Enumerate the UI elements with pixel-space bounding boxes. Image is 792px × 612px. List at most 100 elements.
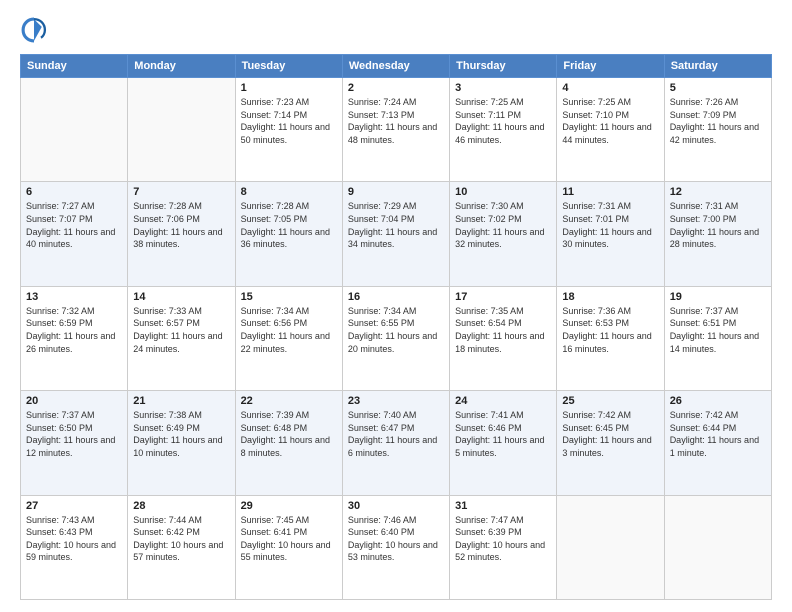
- calendar-cell: 24 Sunrise: 7:41 AM Sunset: 6:46 PM Dayli…: [450, 391, 557, 495]
- calendar-cell: 23 Sunrise: 7:40 AM Sunset: 6:47 PM Dayli…: [342, 391, 449, 495]
- day-number: 15: [241, 291, 337, 303]
- day-number: 3: [455, 82, 551, 94]
- day-detail: Sunrise: 7:33 AM Sunset: 6:57 PM Dayligh…: [133, 305, 229, 355]
- day-detail: Sunrise: 7:31 AM Sunset: 7:00 PM Dayligh…: [670, 200, 766, 250]
- calendar-cell: 9 Sunrise: 7:29 AM Sunset: 7:04 PM Daylig…: [342, 182, 449, 286]
- calendar-cell: 15 Sunrise: 7:34 AM Sunset: 6:56 PM Dayli…: [235, 286, 342, 390]
- calendar-cell: 3 Sunrise: 7:25 AM Sunset: 7:11 PM Daylig…: [450, 78, 557, 182]
- calendar-cell: 17Sunrise: 7:35 AM Sunset: 6:54 PM Dayli…: [450, 286, 557, 390]
- calendar-cell: 4 Sunrise: 7:25 AM Sunset: 7:10 PM Daylig…: [557, 78, 664, 182]
- calendar-cell: [128, 78, 235, 182]
- col-header-tuesday: Tuesday: [235, 55, 342, 78]
- day-number: 9: [348, 186, 444, 198]
- calendar-cell: 13Sunrise: 7:32 AM Sunset: 6:59 PM Dayli…: [21, 286, 128, 390]
- day-detail: Sunrise: 7:26 AM Sunset: 7:09 PM Dayligh…: [670, 96, 766, 146]
- day-detail: Sunrise: 7:34 AM Sunset: 6:55 PM Dayligh…: [348, 305, 444, 355]
- week-row-4: 20 Sunrise: 7:37 AM Sunset: 6:50 PM Dayli…: [21, 391, 772, 495]
- day-detail: Sunrise: 7:28 AM Sunset: 7:05 PM Dayligh…: [241, 200, 337, 250]
- day-number: 20: [26, 395, 122, 407]
- calendar-cell: 29 Sunrise: 7:45 AM Sunset: 6:41 PM Dayli…: [235, 495, 342, 599]
- calendar-cell: 14 Sunrise: 7:33 AM Sunset: 6:57 PM Dayli…: [128, 286, 235, 390]
- calendar-cell: 18Sunrise: 7:36 AM Sunset: 6:53 PM Dayli…: [557, 286, 664, 390]
- calendar-body: 1 Sunrise: 7:23 AM Sunset: 7:14 PM Daylig…: [21, 78, 772, 600]
- calendar-cell: 25Sunrise: 7:42 AM Sunset: 6:45 PM Dayli…: [557, 391, 664, 495]
- day-number: 21: [133, 395, 229, 407]
- day-detail: Sunrise: 7:45 AM Sunset: 6:41 PM Dayligh…: [241, 514, 337, 564]
- day-detail: Sunrise: 7:39 AM Sunset: 6:48 PM Dayligh…: [241, 409, 337, 459]
- day-detail: Sunrise: 7:24 AM Sunset: 7:13 PM Dayligh…: [348, 96, 444, 146]
- day-number: 24: [455, 395, 551, 407]
- day-number: 16: [348, 291, 444, 303]
- week-row-1: 1 Sunrise: 7:23 AM Sunset: 7:14 PM Daylig…: [21, 78, 772, 182]
- col-header-thursday: Thursday: [450, 55, 557, 78]
- page: SundayMondayTuesdayWednesdayThursdayFrid…: [0, 0, 792, 612]
- day-number: 13: [26, 291, 122, 303]
- calendar-cell: 21 Sunrise: 7:38 AM Sunset: 6:49 PM Dayli…: [128, 391, 235, 495]
- day-number: 10: [455, 186, 551, 198]
- day-number: 8: [241, 186, 337, 198]
- day-number: 4: [562, 82, 658, 94]
- calendar-cell: 10Sunrise: 7:30 AM Sunset: 7:02 PM Dayli…: [450, 182, 557, 286]
- day-detail: Sunrise: 7:37 AM Sunset: 6:51 PM Dayligh…: [670, 305, 766, 355]
- calendar-cell: [557, 495, 664, 599]
- day-number: 14: [133, 291, 229, 303]
- day-detail: Sunrise: 7:43 AM Sunset: 6:43 PM Dayligh…: [26, 514, 122, 564]
- day-number: 6: [26, 186, 122, 198]
- day-detail: Sunrise: 7:38 AM Sunset: 6:49 PM Dayligh…: [133, 409, 229, 459]
- day-number: 27: [26, 500, 122, 512]
- day-detail: Sunrise: 7:23 AM Sunset: 7:14 PM Dayligh…: [241, 96, 337, 146]
- day-number: 12: [670, 186, 766, 198]
- day-detail: Sunrise: 7:25 AM Sunset: 7:10 PM Dayligh…: [562, 96, 658, 146]
- day-number: 11: [562, 186, 658, 198]
- day-detail: Sunrise: 7:29 AM Sunset: 7:04 PM Dayligh…: [348, 200, 444, 250]
- day-detail: Sunrise: 7:31 AM Sunset: 7:01 PM Dayligh…: [562, 200, 658, 250]
- calendar-cell: 28 Sunrise: 7:44 AM Sunset: 6:42 PM Dayli…: [128, 495, 235, 599]
- calendar-cell: 30Sunrise: 7:46 AM Sunset: 6:40 PM Dayli…: [342, 495, 449, 599]
- calendar-cell: 27 Sunrise: 7:43 AM Sunset: 6:43 PM Dayli…: [21, 495, 128, 599]
- calendar-cell: 1 Sunrise: 7:23 AM Sunset: 7:14 PM Daylig…: [235, 78, 342, 182]
- day-number: 29: [241, 500, 337, 512]
- day-number: 7: [133, 186, 229, 198]
- day-detail: Sunrise: 7:44 AM Sunset: 6:42 PM Dayligh…: [133, 514, 229, 564]
- calendar-cell: 19Sunrise: 7:37 AM Sunset: 6:51 PM Dayli…: [664, 286, 771, 390]
- header: [20, 16, 772, 44]
- day-detail: Sunrise: 7:41 AM Sunset: 6:46 PM Dayligh…: [455, 409, 551, 459]
- day-number: 26: [670, 395, 766, 407]
- calendar-cell: 16 Sunrise: 7:34 AM Sunset: 6:55 PM Dayli…: [342, 286, 449, 390]
- day-number: 28: [133, 500, 229, 512]
- calendar-cell: 31Sunrise: 7:47 AM Sunset: 6:39 PM Dayli…: [450, 495, 557, 599]
- week-row-2: 6Sunrise: 7:27 AM Sunset: 7:07 PM Daylig…: [21, 182, 772, 286]
- day-number: 17: [455, 291, 551, 303]
- day-number: 23: [348, 395, 444, 407]
- day-detail: Sunrise: 7:42 AM Sunset: 6:44 PM Dayligh…: [670, 409, 766, 459]
- col-header-wednesday: Wednesday: [342, 55, 449, 78]
- day-number: 30: [348, 500, 444, 512]
- col-header-sunday: Sunday: [21, 55, 128, 78]
- day-number: 18: [562, 291, 658, 303]
- logo-icon: [20, 16, 48, 44]
- calendar-header: SundayMondayTuesdayWednesdayThursdayFrid…: [21, 55, 772, 78]
- header-row: SundayMondayTuesdayWednesdayThursdayFrid…: [21, 55, 772, 78]
- day-number: 5: [670, 82, 766, 94]
- day-detail: Sunrise: 7:25 AM Sunset: 7:11 PM Dayligh…: [455, 96, 551, 146]
- day-number: 22: [241, 395, 337, 407]
- logo: [20, 16, 54, 44]
- col-header-friday: Friday: [557, 55, 664, 78]
- calendar-cell: [21, 78, 128, 182]
- day-number: 1: [241, 82, 337, 94]
- calendar-cell: [664, 495, 771, 599]
- day-detail: Sunrise: 7:40 AM Sunset: 6:47 PM Dayligh…: [348, 409, 444, 459]
- calendar-cell: 5 Sunrise: 7:26 AM Sunset: 7:09 PM Daylig…: [664, 78, 771, 182]
- day-detail: Sunrise: 7:34 AM Sunset: 6:56 PM Dayligh…: [241, 305, 337, 355]
- calendar-cell: 26 Sunrise: 7:42 AM Sunset: 6:44 PM Dayli…: [664, 391, 771, 495]
- calendar-cell: 2Sunrise: 7:24 AM Sunset: 7:13 PM Daylig…: [342, 78, 449, 182]
- calendar-cell: 22 Sunrise: 7:39 AM Sunset: 6:48 PM Dayli…: [235, 391, 342, 495]
- day-detail: Sunrise: 7:37 AM Sunset: 6:50 PM Dayligh…: [26, 409, 122, 459]
- day-number: 25: [562, 395, 658, 407]
- calendar-table: SundayMondayTuesdayWednesdayThursdayFrid…: [20, 54, 772, 600]
- calendar-cell: 8 Sunrise: 7:28 AM Sunset: 7:05 PM Daylig…: [235, 182, 342, 286]
- calendar-cell: 12 Sunrise: 7:31 AM Sunset: 7:00 PM Dayli…: [664, 182, 771, 286]
- col-header-monday: Monday: [128, 55, 235, 78]
- week-row-3: 13Sunrise: 7:32 AM Sunset: 6:59 PM Dayli…: [21, 286, 772, 390]
- day-detail: Sunrise: 7:28 AM Sunset: 7:06 PM Dayligh…: [133, 200, 229, 250]
